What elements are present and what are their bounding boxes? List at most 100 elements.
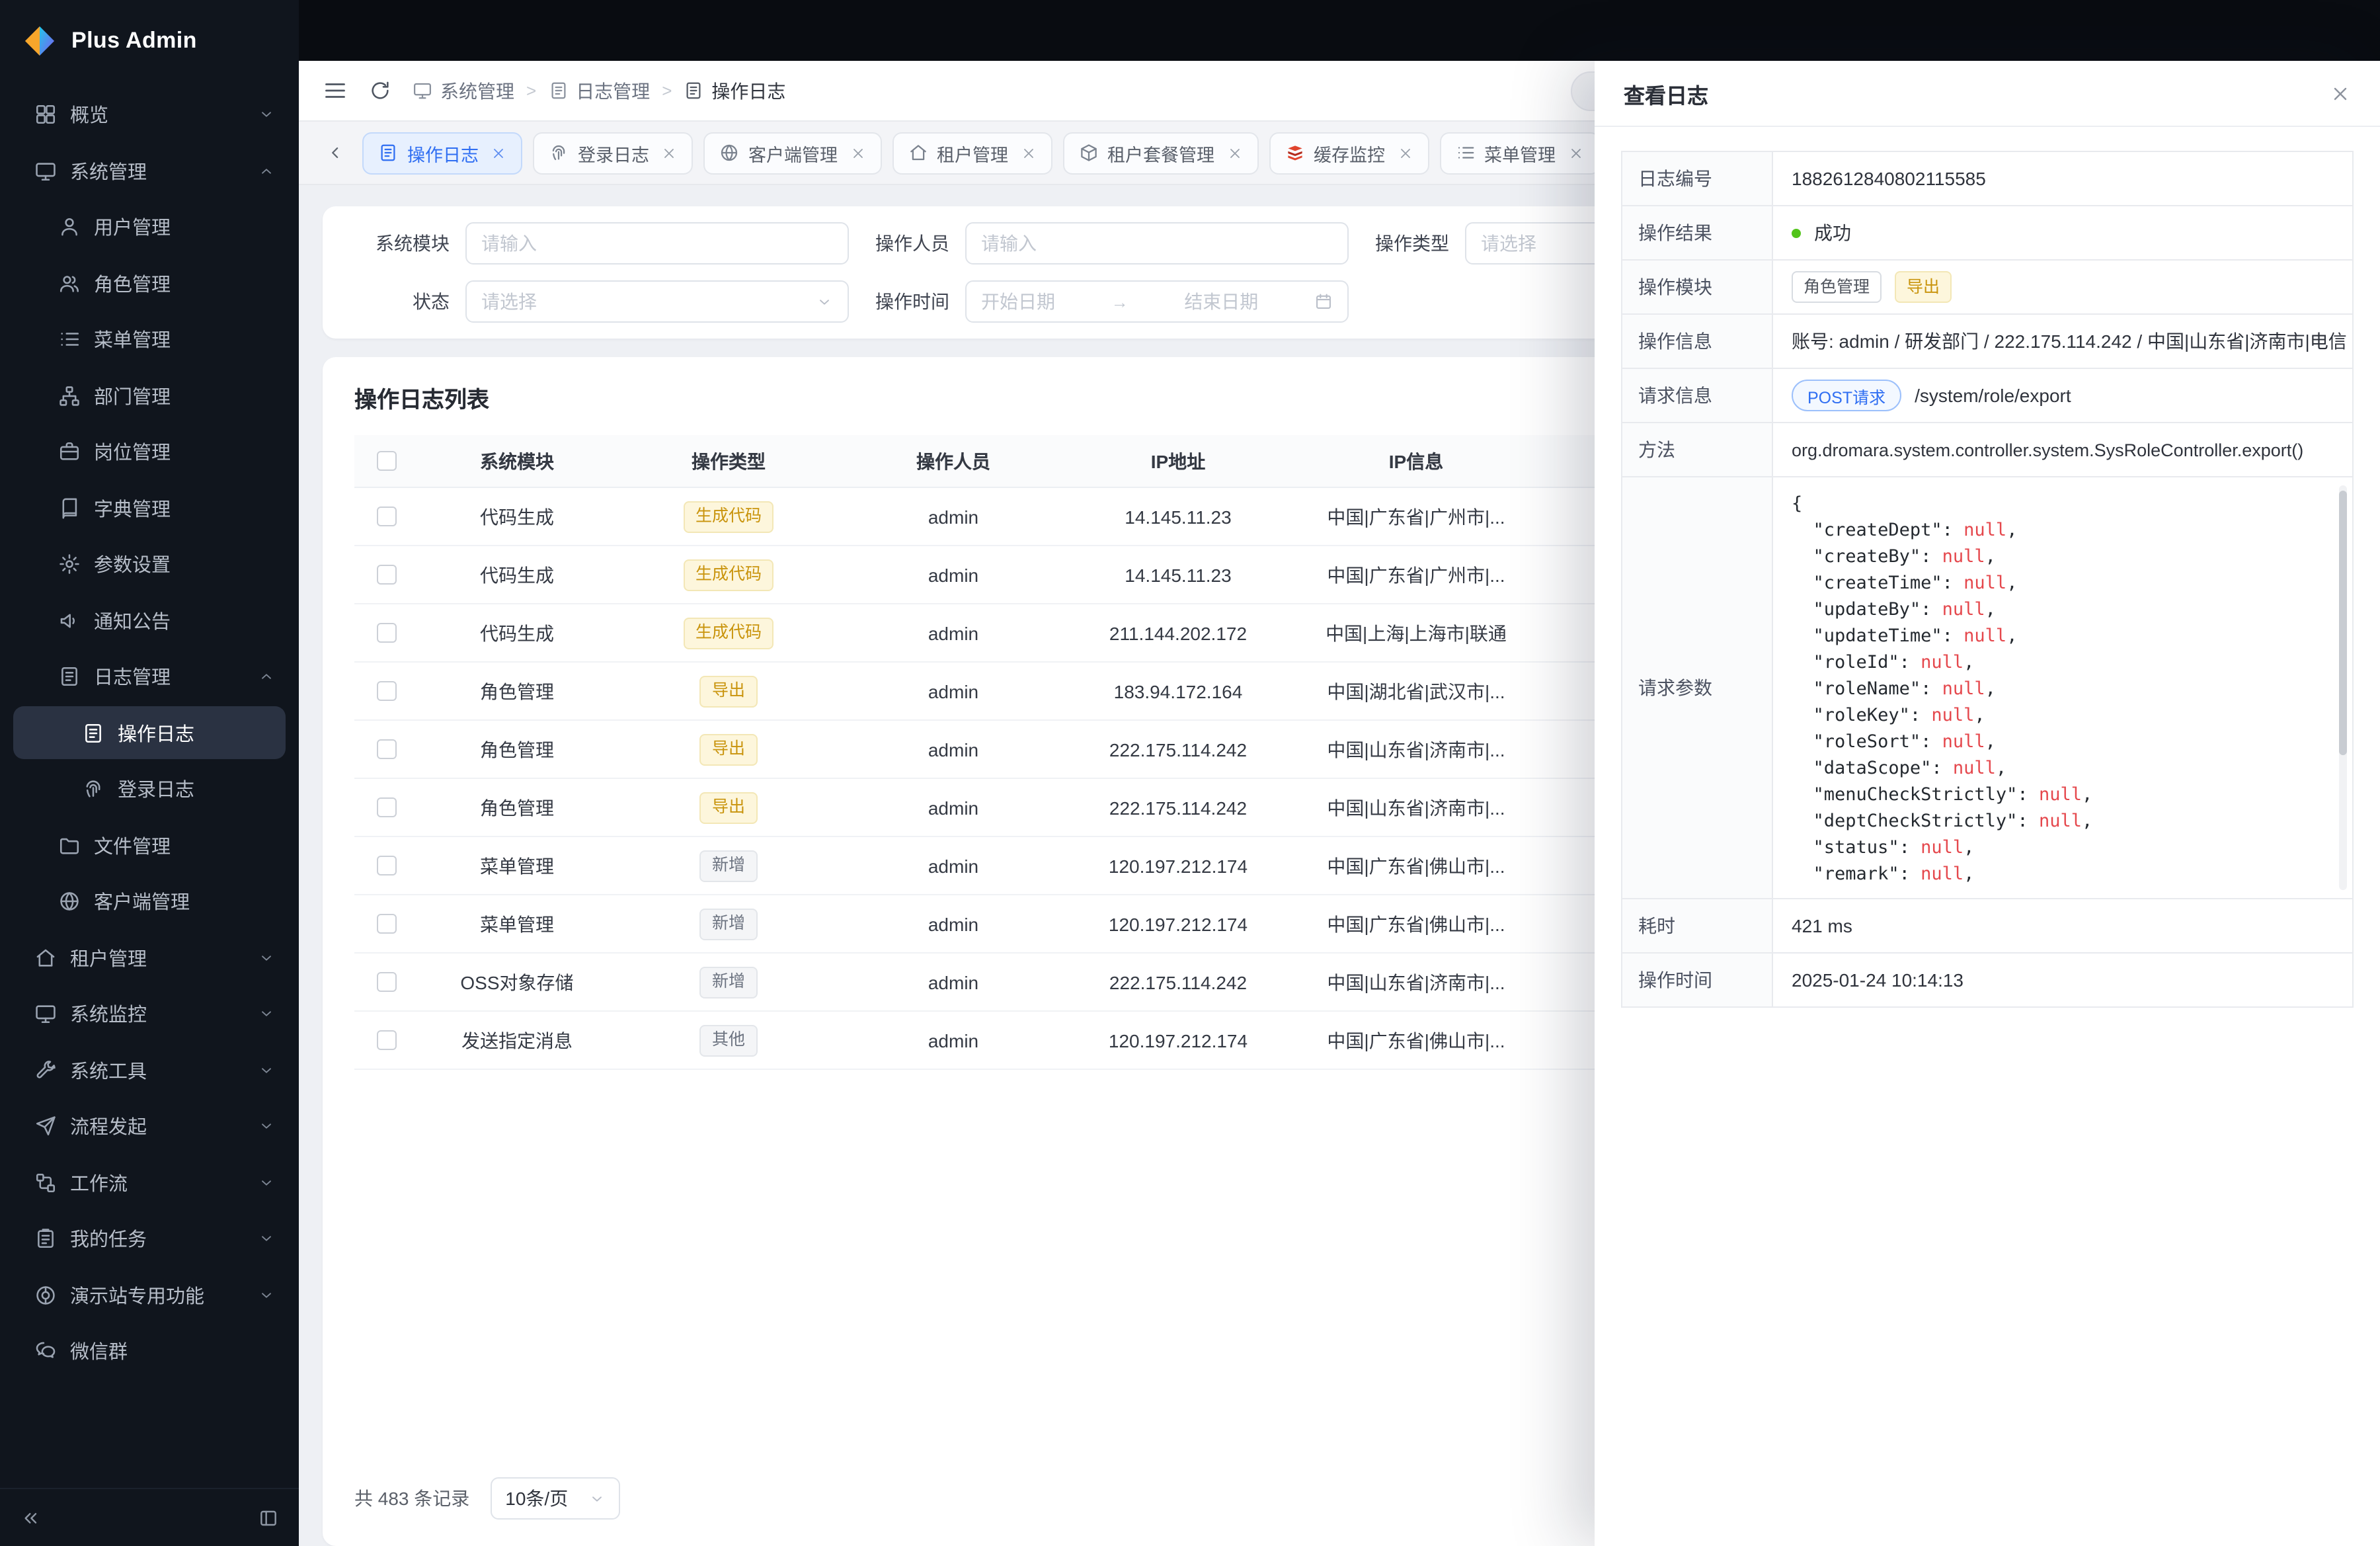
log-icon [548,81,568,101]
tabs-scroll-left-button[interactable] [317,136,352,170]
request-method-tag: POST请求 [1792,380,1901,411]
tab-label: 登录日志 [578,140,649,166]
chevron-left-icon [325,143,344,163]
sidebar-item[interactable]: 系统工具 [13,1043,286,1096]
sidebar-item[interactable]: 登录日志 [13,762,286,815]
sidebar-item[interactable]: 演示站专用功能 [13,1268,286,1321]
filter-select[interactable]: 请选择 [465,280,849,323]
tab[interactable]: 租户管理 [892,132,1052,174]
detail-row: 操作结果成功 [1622,206,2352,261]
tab[interactable]: 租户套餐管理 [1062,132,1258,174]
detail-label: 操作结果 [1622,206,1773,259]
code-scrollbar-thumb[interactable] [2339,491,2347,755]
sidebar-item-label: 我的任务 [70,1225,147,1252]
sidebar-item[interactable]: 微信群 [13,1324,286,1377]
tab[interactable]: 登录日志 [533,132,693,174]
date-range-picker[interactable]: 开始日期→结束日期 [965,280,1349,323]
brand-logo-icon [22,24,57,58]
row-checkbox[interactable] [376,681,396,701]
breadcrumb-item[interactable]: 系统管理 [413,77,514,104]
row-checkbox[interactable] [376,507,396,526]
sidebar-item[interactable]: 我的任务 [13,1212,286,1265]
breadcrumb-item[interactable]: 日志管理 [548,77,650,104]
sidebar-item[interactable]: 日志管理 [13,650,286,703]
sidebar-item[interactable]: 菜单管理 [13,313,286,366]
sidebar-item[interactable]: 参数设置 [13,538,286,590]
tab-close-icon[interactable] [850,145,865,161]
params-icon [58,553,81,575]
row-checkbox[interactable] [376,565,396,585]
filter-input[interactable] [465,222,849,264]
row-checkbox[interactable] [376,856,396,875]
chevron-up-icon [258,162,275,179]
sidebar-item[interactable]: 工作流 [13,1156,286,1209]
brand-name: Plus Admin [71,28,197,54]
select-all-checkbox[interactable] [376,451,396,471]
table-cell: 中国|广东省|广州市|... [1290,561,1542,588]
breadcrumb-item[interactable]: 操作日志 [684,77,785,104]
tab-close-icon[interactable] [491,145,506,161]
table-cell: 中国|广东省|广州市|... [1290,503,1542,530]
demo-icon [34,1283,57,1306]
sidebar-item[interactable]: 角色管理 [13,257,286,309]
date-range-arrow: → [1111,292,1129,311]
file-icon [58,834,81,856]
pagination-total: 共 483 条记录 [354,1485,469,1512]
tab[interactable]: 操作日志 [362,132,522,174]
detail-label: 耗时 [1622,899,1773,952]
row-checkbox[interactable] [376,972,396,992]
filter-label: 操作时间 [854,288,949,315]
login-log-icon [82,778,104,800]
chevron-down-icon [258,1118,275,1135]
detail-value: org.dromara.system.controller.system.Sys… [1773,423,2352,476]
sidebar-item[interactable]: 通知公告 [13,594,286,647]
row-checkbox[interactable] [376,914,396,934]
sidebar-item[interactable]: 字典管理 [13,481,286,534]
detail-value: POST请求/system/role/export [1773,369,2352,422]
sidebar-item[interactable]: 操作日志 [13,706,286,759]
sidebar-item[interactable]: 文件管理 [13,819,286,872]
sidebar-item[interactable]: 客户端管理 [13,875,286,928]
row-checkbox[interactable] [376,623,396,643]
tab[interactable]: 客户端管理 [703,132,881,174]
drawer-close-icon[interactable] [2330,83,2351,104]
sidebar-item[interactable]: 流程发起 [13,1100,286,1153]
filter-input-field[interactable] [481,233,833,254]
sidebar-item[interactable]: 系统监控 [13,987,286,1040]
row-checkbox-cell [354,739,418,759]
table-cell: 183.94.172.164 [1066,680,1290,702]
page-size-select[interactable]: 10条/页 [491,1477,620,1520]
row-checkbox[interactable] [376,739,396,759]
sidebar-item[interactable]: 用户管理 [13,200,286,253]
table-cell: admin [841,855,1066,876]
tab-close-icon[interactable] [1567,145,1583,161]
filter-input[interactable] [965,222,1349,264]
collapse-sidebar-button[interactable] [323,78,348,103]
request-url: /system/role/export [1915,385,2071,406]
filter-input-field[interactable] [981,233,1333,254]
operation-type-tag: 导出 [700,733,757,765]
log-icon [58,665,81,688]
sidebar-collapse-icon[interactable] [20,1507,41,1528]
tab-close-icon[interactable] [1226,145,1242,161]
tab-close-icon[interactable] [1020,145,1036,161]
sidebar-item[interactable]: 概览 [13,88,286,141]
tab-close-icon[interactable] [1397,145,1413,161]
tab-close-icon[interactable] [661,145,677,161]
sidebar-item[interactable]: 租户管理 [13,931,286,984]
row-checkbox[interactable] [376,1030,396,1050]
tab[interactable]: 缓存监控 [1269,132,1429,174]
sidebar-pin-layout-icon[interactable] [258,1507,279,1528]
sidebar-item[interactable]: 岗位管理 [13,425,286,478]
tab-label: 菜单管理 [1484,140,1556,166]
refresh-button[interactable] [369,79,391,102]
view-log-drawer: 查看日志 日志编号1882612840802115585操作结果成功操作模块角色… [1595,61,2380,1546]
operation-type-cell: 其他 [616,1024,841,1056]
tab[interactable]: 菜单管理 [1439,132,1599,174]
sidebar-item[interactable]: 系统管理 [13,144,286,197]
sidebar-item[interactable]: 部门管理 [13,369,286,422]
table-cell: admin [841,680,1066,702]
tab-label: 租户管理 [937,140,1008,166]
row-checkbox[interactable] [376,797,396,817]
table-cell: 菜单管理 [418,911,616,937]
